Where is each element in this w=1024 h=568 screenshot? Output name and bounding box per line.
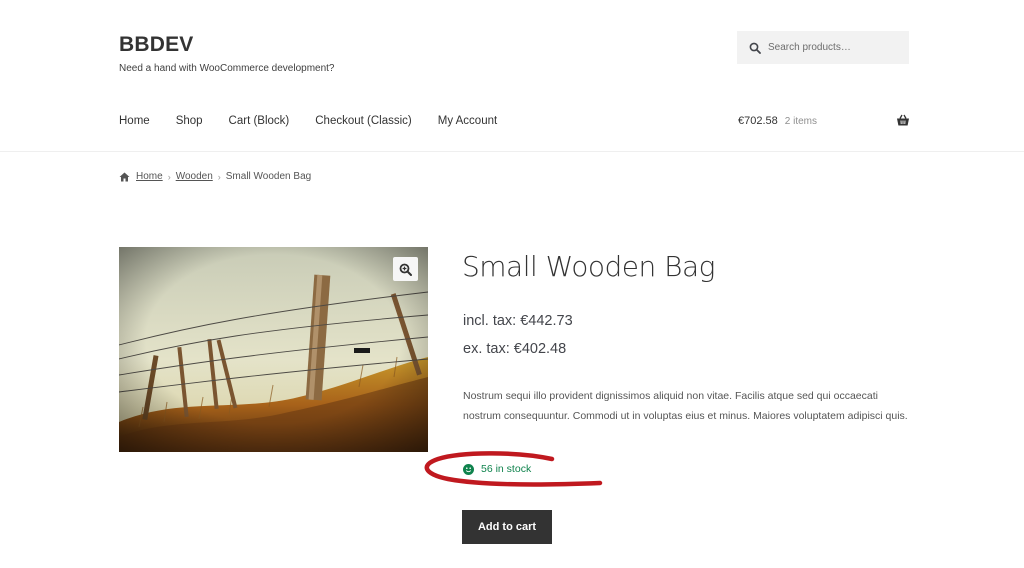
breadcrumb: Home › Wooden › Small Wooden Bag bbox=[119, 171, 311, 182]
breadcrumb-separator: › bbox=[167, 171, 171, 182]
zoom-button[interactable] bbox=[393, 257, 418, 281]
basket-icon[interactable] bbox=[896, 114, 910, 127]
header-divider bbox=[0, 151, 1024, 152]
nav-item-home[interactable]: Home bbox=[119, 115, 150, 127]
nav-item-cart-block[interactable]: Cart (Block) bbox=[229, 115, 290, 127]
site-title[interactable]: BBDEV bbox=[119, 33, 194, 57]
home-icon bbox=[119, 172, 130, 182]
breadcrumb-wooden-link[interactable]: Wooden bbox=[176, 171, 213, 182]
nav-item-shop[interactable]: Shop bbox=[176, 115, 203, 127]
nav-item-checkout-classic[interactable]: Checkout (Classic) bbox=[315, 115, 412, 127]
price-ex-tax: ex. tax: €402.48 bbox=[463, 341, 567, 357]
breadcrumb-separator: › bbox=[217, 171, 221, 182]
price-incl-tax: incl. tax: €442.73 bbox=[463, 313, 573, 329]
search-input[interactable] bbox=[768, 42, 898, 53]
site-tagline: Need a hand with WooCommerce development… bbox=[119, 63, 335, 74]
cart-item-count: 2 items bbox=[784, 115, 817, 127]
add-to-cart-button[interactable]: Add to cart bbox=[462, 510, 552, 544]
search-icon bbox=[749, 42, 761, 54]
search-box[interactable] bbox=[737, 31, 909, 64]
nav-item-my-account[interactable]: My Account bbox=[438, 115, 497, 127]
product-title: Small Wooden Bag bbox=[462, 250, 715, 283]
breadcrumb-home-link[interactable]: Home bbox=[136, 171, 163, 182]
cart-total: €702.58 bbox=[738, 115, 778, 127]
product-short-description: Nostrum sequi illo provident dignissimos… bbox=[463, 390, 908, 422]
header-cart[interactable]: €702.58 2 items bbox=[738, 114, 910, 127]
primary-navigation: Home Shop Cart (Block) Checkout (Classic… bbox=[119, 115, 523, 127]
zoom-in-icon bbox=[399, 263, 412, 276]
red-annotation-underline bbox=[424, 451, 603, 487]
breadcrumb-current: Small Wooden Bag bbox=[225, 171, 312, 182]
product-image[interactable] bbox=[119, 247, 428, 452]
